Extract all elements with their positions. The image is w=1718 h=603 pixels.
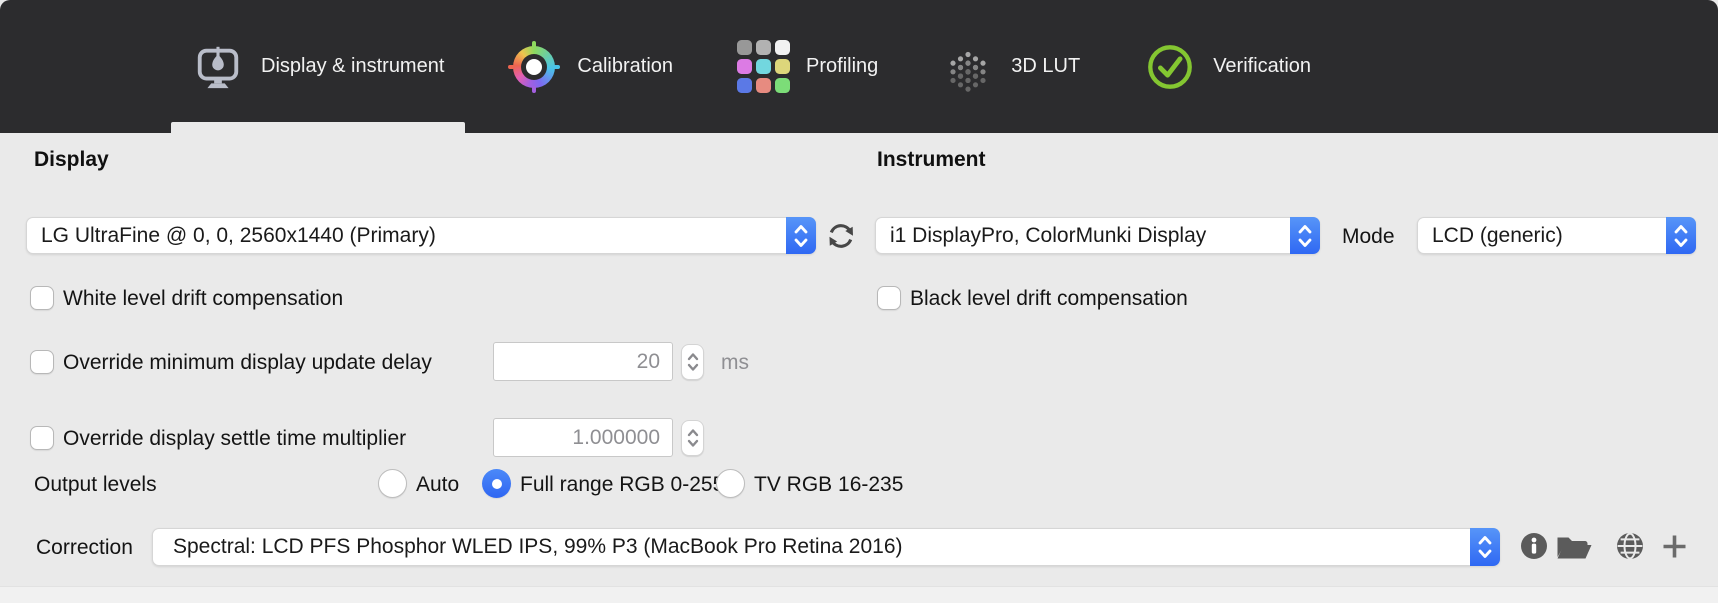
correction-info-button[interactable] — [1520, 532, 1548, 560]
black-level-drift-checkbox[interactable] — [877, 286, 901, 310]
folder-icon — [1557, 537, 1592, 559]
instrument-mode-value: LCD (generic) — [1432, 223, 1563, 247]
select-stepper-icon — [786, 217, 816, 254]
monitor-probe-icon — [192, 41, 244, 93]
correction-web-button[interactable] — [1616, 532, 1644, 560]
update-delay-stepper[interactable] — [681, 344, 704, 380]
correction-add-button[interactable] — [1661, 533, 1688, 560]
override-update-delay-checkbox[interactable] — [30, 350, 54, 374]
output-levels-label: Output levels — [34, 473, 157, 496]
instrument-device-select[interactable]: i1 DisplayPro, ColorMunki Display — [875, 217, 1320, 254]
tab-label: Profiling — [806, 55, 879, 77]
display-device-select[interactable]: LG UltraFine @ 0, 0, 2560x1440 (Primary) — [26, 217, 816, 254]
tab-3d-lut[interactable]: 3D LUT — [921, 0, 1101, 133]
lut3d-cube-icon — [942, 41, 994, 93]
mode-label: Mode — [1342, 225, 1395, 248]
instrument-device-value: i1 DisplayPro, ColorMunki Display — [890, 223, 1207, 247]
display-section-header: Display — [34, 148, 109, 171]
output-auto-label: Auto — [416, 473, 460, 496]
settle-time-input[interactable] — [493, 418, 673, 457]
correction-label: Correction — [36, 536, 133, 559]
correction-value: Spectral: LCD PFS Phosphor WLED IPS, 99%… — [173, 535, 903, 558]
tab-bar: Display & instrument Calibration Profili… — [0, 0, 1718, 133]
tab-verification[interactable]: Verification — [1123, 0, 1332, 133]
globe-icon — [1617, 532, 1643, 560]
output-full-range-label: Full range RGB 0-255 — [520, 473, 725, 496]
calibration-ring-icon — [508, 40, 561, 93]
black-level-drift-label: Black level drift compensation — [910, 287, 1188, 310]
update-delay-input[interactable] — [493, 342, 673, 381]
refresh-icon — [829, 224, 853, 248]
profiling-grid-icon — [736, 40, 790, 93]
tab-label: 3D LUT — [1011, 55, 1081, 77]
refresh-displays-button[interactable] — [824, 219, 858, 253]
stepper-chevrons-icon — [687, 353, 698, 371]
instrument-mode-select[interactable]: LCD (generic) — [1417, 217, 1696, 254]
select-stepper-icon — [1470, 528, 1500, 566]
window-bottom-edge — [0, 586, 1718, 603]
toolbar: Display & instrument Calibration Profili… — [0, 0, 1718, 133]
select-stepper-icon — [1290, 217, 1320, 254]
correction-browse-button[interactable] — [1556, 533, 1592, 561]
output-full-range-radio[interactable] — [482, 469, 511, 498]
tab-label: Verification — [1213, 55, 1312, 77]
delay-unit-label: ms — [721, 351, 749, 374]
override-settle-time-label: Override display settle time multiplier — [63, 427, 407, 450]
override-settle-time-checkbox[interactable] — [30, 426, 54, 450]
stepper-chevrons-icon — [687, 429, 698, 447]
settle-time-stepper[interactable] — [681, 420, 704, 456]
tab-display-instrument[interactable]: Display & instrument — [171, 0, 466, 133]
output-tv-radio[interactable] — [716, 469, 745, 498]
override-update-delay-label: Override minimum display update delay — [63, 351, 432, 374]
white-level-drift-label: White level drift compensation — [63, 287, 344, 310]
tab-calibration[interactable]: Calibration — [487, 0, 694, 133]
output-tv-label: TV RGB 16-235 — [754, 473, 904, 496]
tab-label: Display & instrument — [261, 55, 445, 77]
white-level-drift-checkbox[interactable] — [30, 286, 54, 310]
info-icon — [1521, 533, 1547, 559]
output-auto-radio[interactable] — [378, 469, 407, 498]
verification-check-icon — [1144, 41, 1196, 93]
plus-icon — [1663, 535, 1686, 558]
tab-profiling[interactable]: Profiling — [716, 0, 899, 133]
instrument-section-header: Instrument — [877, 148, 986, 171]
display-device-value: LG UltraFine @ 0, 0, 2560x1440 (Primary) — [41, 223, 436, 247]
tab-label: Calibration — [577, 55, 674, 77]
correction-select[interactable]: Spectral: LCD PFS Phosphor WLED IPS, 99%… — [152, 528, 1500, 566]
app-window: { "toolbar": { "tabs": { "display": "Dis… — [0, 0, 1718, 603]
select-stepper-icon — [1666, 217, 1696, 254]
